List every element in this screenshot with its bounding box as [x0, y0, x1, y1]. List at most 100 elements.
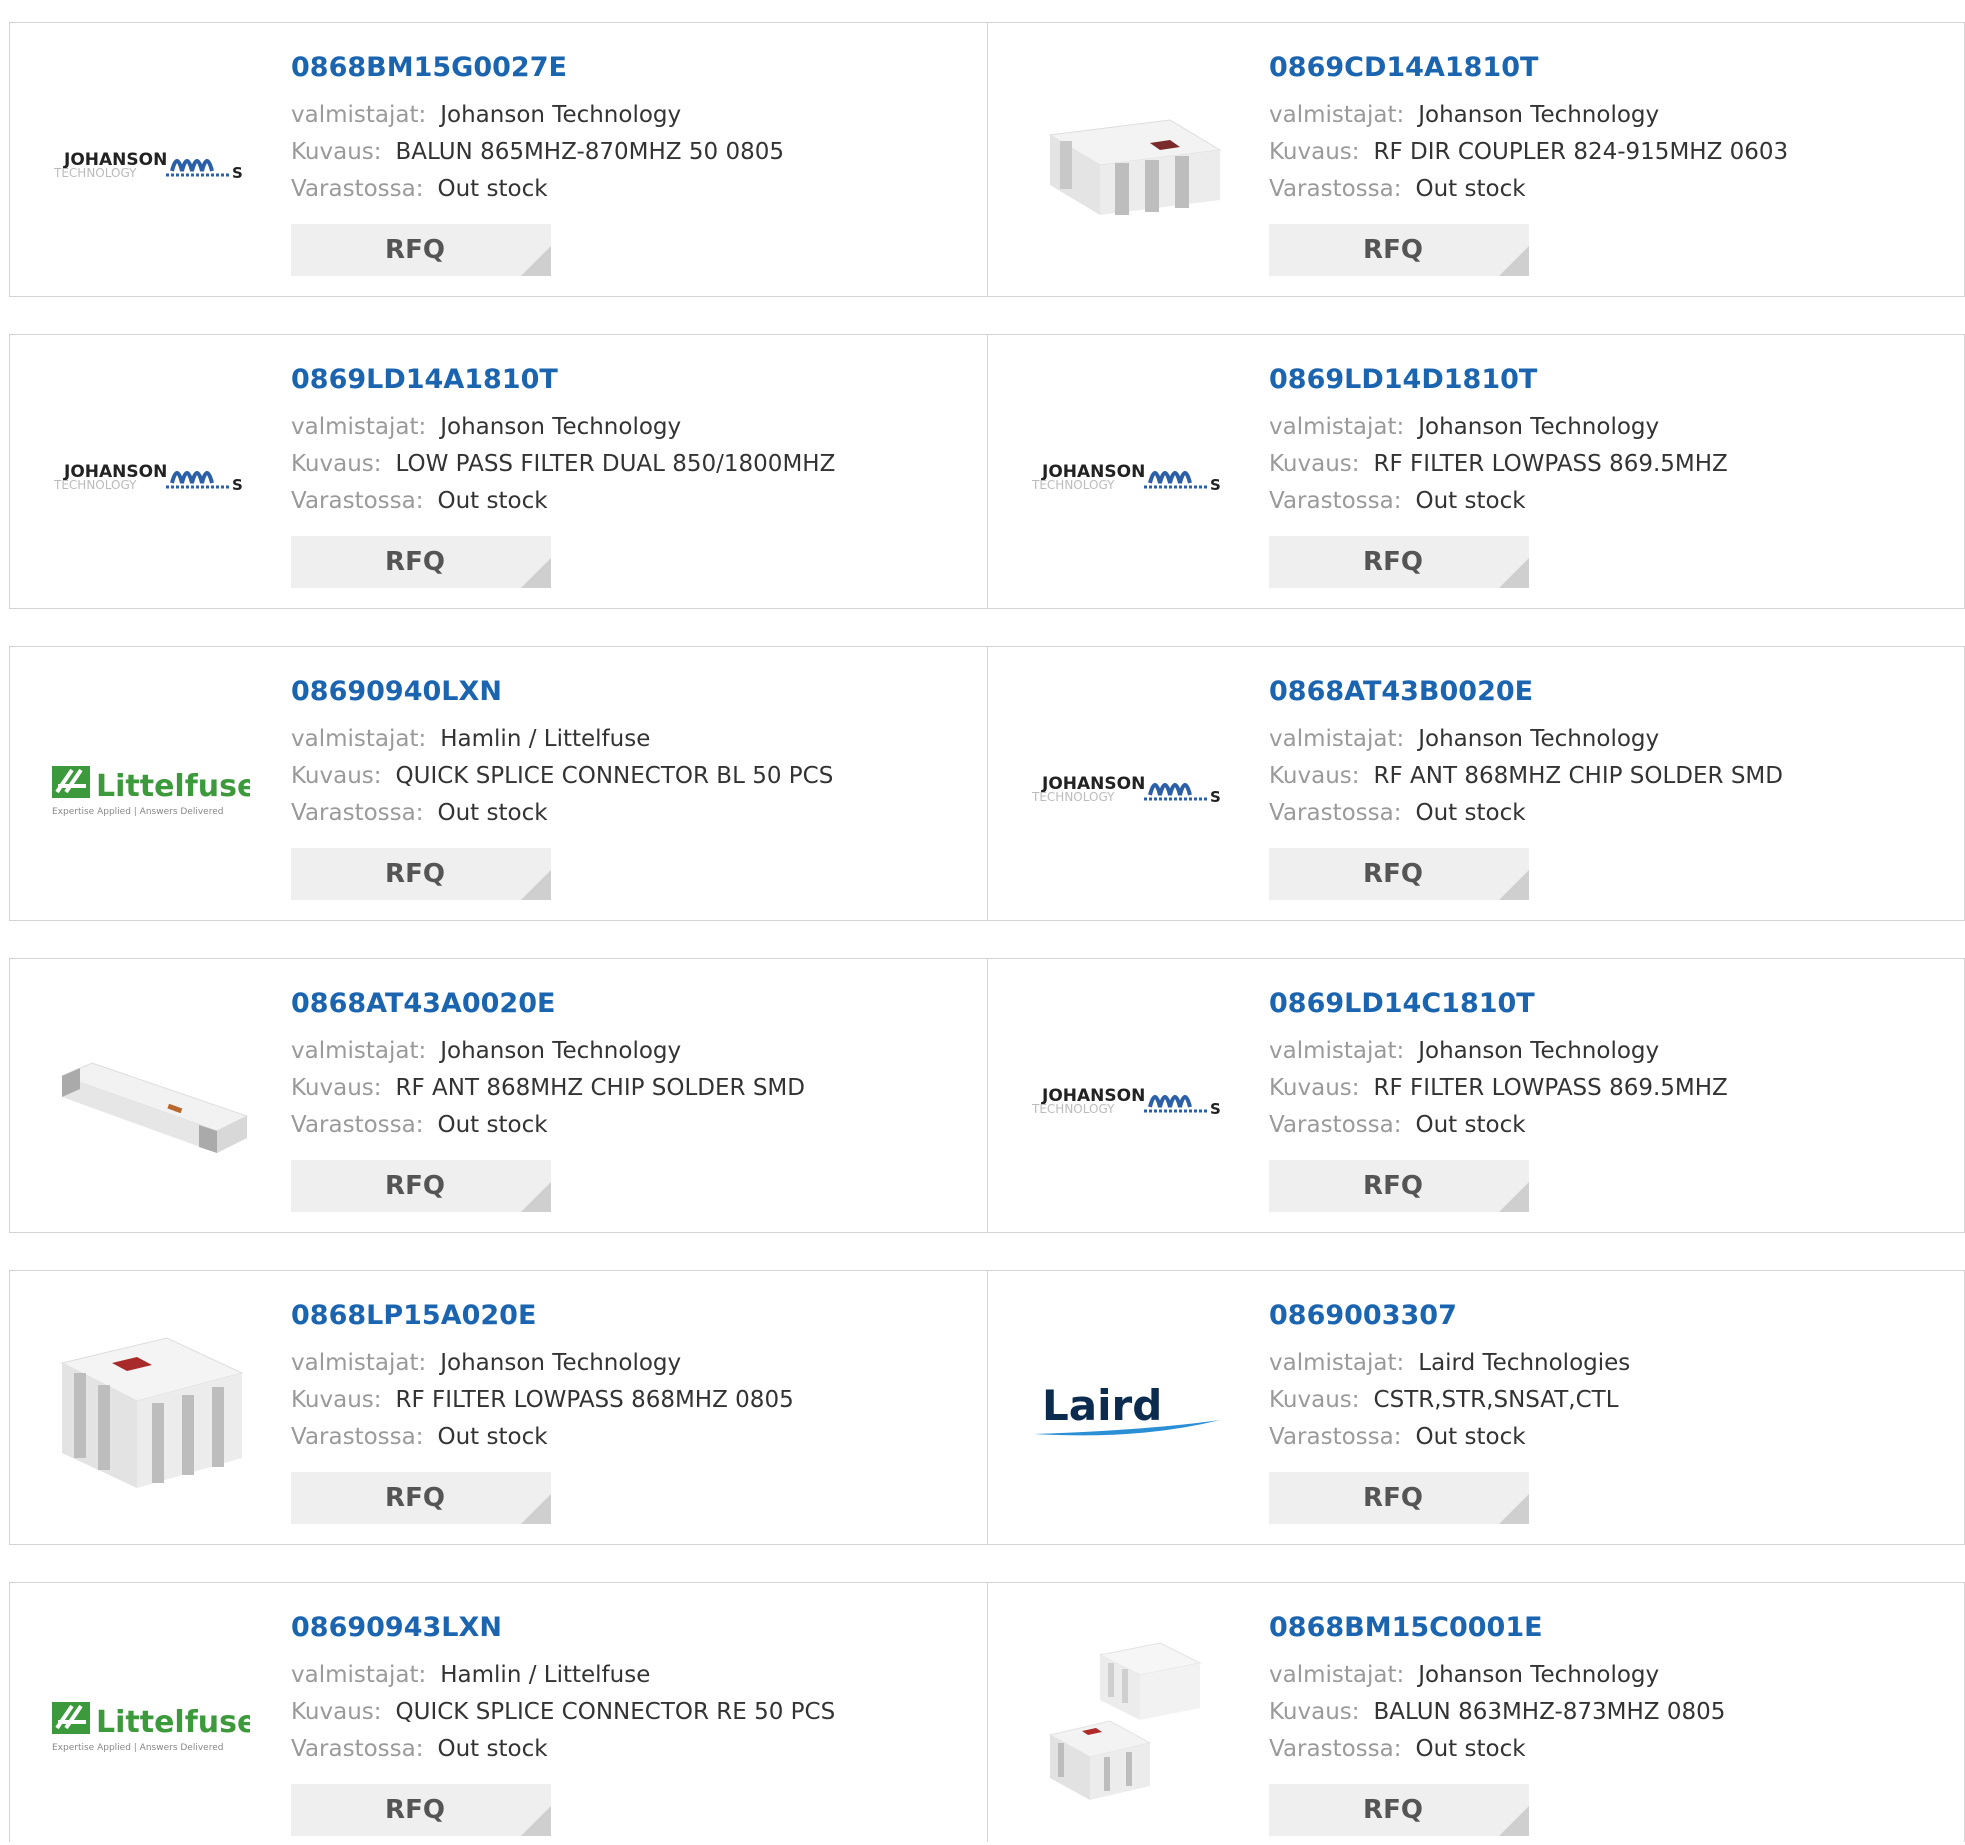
rfq-button-label: RFQ: [385, 235, 445, 265]
rfq-button-label: RFQ: [385, 547, 445, 577]
stock-line: Varastossa: Out stock: [1269, 483, 1944, 520]
corner-triangle-icon: [1499, 1182, 1529, 1212]
antenna-chip-photo: [60, 1062, 248, 1153]
manufacturer-line: valmistajat: Laird Technologies: [1269, 1345, 1944, 1382]
rfq-button-label: RFQ: [1363, 1483, 1423, 1513]
corner-triangle-icon: [521, 1182, 551, 1212]
rfq-button[interactable]: RFQ: [1269, 848, 1529, 900]
rfq-button[interactable]: RFQ: [291, 1472, 551, 1524]
johanson-logo: JOHANSONTECHNOLOGY S: [53, 462, 243, 494]
rfq-button[interactable]: RFQ: [291, 848, 551, 900]
rfq-button[interactable]: RFQ: [291, 1784, 551, 1836]
manufacturer-line: valmistajat: Johanson Technology: [1269, 1033, 1944, 1070]
product-image[interactable]: Laird: [1028, 1311, 1228, 1511]
product-row: JOHANSON TECHNOLOGY S 0869LD14A1810T valmi…: [9, 334, 1965, 609]
stock-line: Varastossa: Out stock: [291, 1107, 967, 1144]
part-number-link[interactable]: 0869003307: [1269, 1299, 1944, 1333]
stock-label: Varastossa:: [291, 1736, 424, 1762]
part-number-link[interactable]: 0868AT43A0020E: [291, 987, 967, 1021]
product-image[interactable]: [1028, 1623, 1228, 1823]
description-value: RF FILTER LOWPASS 869.5MHZ: [1373, 1075, 1728, 1101]
stock-label: Varastossa:: [291, 176, 424, 202]
product-card: Littelfuse Expertise Applied | Answers De…: [10, 1583, 987, 1842]
product-image[interactable]: Littelfuse Expertise Applied | Answers De…: [50, 687, 250, 887]
product-image[interactable]: JOHANSON TECHNOLOGY S: [1028, 687, 1228, 887]
chip-component-photo: [1048, 119, 1222, 215]
manufacturer-value: Hamlin / Littelfuse: [440, 726, 651, 752]
manufacturer-label: valmistajat:: [1269, 1662, 1405, 1688]
corner-triangle-icon: [521, 558, 551, 588]
stock-label: Varastossa:: [1269, 1112, 1402, 1138]
part-number-link[interactable]: 0869CD14A1810T: [1269, 51, 1944, 85]
stock-value: Out stock: [437, 1424, 548, 1450]
part-number-link[interactable]: 0868BM15C0001E: [1269, 1611, 1944, 1645]
part-number-link[interactable]: 08690943LXN: [291, 1611, 967, 1645]
svg-text:Littelfuse: Littelfuse: [96, 769, 250, 804]
svg-text:TECHNOLOGY: TECHNOLOGY: [1031, 478, 1115, 492]
product-image[interactable]: [50, 999, 250, 1199]
stock-value: Out stock: [1415, 1112, 1526, 1138]
littelfuse-logo: Littelfuse Expertise Applied | Answers De…: [52, 1702, 250, 1753]
product-image[interactable]: Littelfuse Expertise Applied | Answers De…: [50, 1623, 250, 1823]
manufacturer-value: Johanson Technology: [440, 102, 682, 128]
rfq-button[interactable]: RFQ: [291, 536, 551, 588]
description-value: QUICK SPLICE CONNECTOR BL 50 PCS: [395, 763, 834, 789]
description-value: RF FILTER LOWPASS 868MHZ 0805: [395, 1387, 794, 1413]
product-row: 0868AT43A0020E valmistajat: Johanson Tech…: [9, 958, 1965, 1233]
stock-line: Varastossa: Out stock: [1269, 795, 1944, 832]
product-image[interactable]: [1028, 63, 1228, 263]
description-value: QUICK SPLICE CONNECTOR RE 50 PCS: [395, 1699, 836, 1725]
part-number-link[interactable]: 0868BM15G0027E: [291, 51, 967, 85]
part-number-link[interactable]: 0868AT43B0020E: [1269, 675, 1944, 709]
part-number-link[interactable]: 08690940LXN: [291, 675, 967, 709]
rfq-button-label: RFQ: [1363, 547, 1423, 577]
product-image[interactable]: [50, 1311, 250, 1511]
rfq-button[interactable]: RFQ: [1269, 224, 1529, 276]
part-number-link[interactable]: 0868LP15A020E: [291, 1299, 967, 1333]
rfq-button[interactable]: RFQ: [1269, 1472, 1529, 1524]
stock-value: Out stock: [437, 488, 548, 514]
product-row: 0868LP15A020E valmistajat: Johanson Techn…: [9, 1270, 1965, 1545]
svg-text:TECHNOLOGY: TECHNOLOGY: [1031, 1102, 1115, 1116]
description-line: Kuvaus: RF ANT 868MHZ CHIP SOLDER SMD: [1269, 758, 1944, 795]
rfq-button[interactable]: RFQ: [1269, 536, 1529, 588]
description-line: Kuvaus: QUICK SPLICE CONNECTOR BL 50 PCS: [291, 758, 967, 795]
description-label: Kuvaus:: [291, 763, 382, 789]
part-number-link[interactable]: 0869LD14C1810T: [1269, 987, 1944, 1021]
manufacturer-value: Johanson Technology: [1418, 1662, 1660, 1688]
stock-label: Varastossa:: [1269, 1736, 1402, 1762]
svg-text:Laird: Laird: [1042, 1381, 1162, 1430]
corner-triangle-icon: [1499, 246, 1529, 276]
stock-label: Varastossa:: [291, 488, 424, 514]
balun-chips-photo: [1048, 1642, 1202, 1800]
manufacturer-label: valmistajat:: [291, 414, 427, 440]
rfq-button[interactable]: RFQ: [291, 1160, 551, 1212]
product-image[interactable]: JOHANSON TECHNOLOGY S: [1028, 999, 1228, 1199]
rfq-button[interactable]: RFQ: [291, 224, 551, 276]
rfq-button-label: RFQ: [1363, 235, 1423, 265]
stock-label: Varastossa:: [1269, 800, 1402, 826]
stock-value: Out stock: [437, 800, 548, 826]
manufacturer-line: valmistajat: Johanson Technology: [291, 1345, 967, 1382]
svg-text:S: S: [232, 164, 243, 182]
stock-line: Varastossa: Out stock: [1269, 171, 1944, 208]
product-image[interactable]: JOHANSON TECHNOLOGY S: [1028, 375, 1228, 575]
stock-label: Varastossa:: [291, 1424, 424, 1450]
svg-text:TECHNOLOGY: TECHNOLOGY: [53, 478, 137, 492]
stock-label: Varastossa:: [291, 800, 424, 826]
part-number-link[interactable]: 0869LD14A1810T: [291, 363, 967, 397]
stock-line: Varastossa: Out stock: [291, 171, 967, 208]
part-number-link[interactable]: 0869LD14D1810T: [1269, 363, 1944, 397]
manufacturer-line: valmistajat: Johanson Technology: [1269, 1657, 1944, 1694]
product-grid: JOHANSON TECHNOLOGY S 0868BM15G0027E valmi…: [9, 22, 1965, 1842]
stock-line: Varastossa: Out stock: [291, 483, 967, 520]
rfq-button[interactable]: RFQ: [1269, 1784, 1529, 1836]
description-value: RF DIR COUPLER 824-915MHZ 0603: [1373, 139, 1789, 165]
svg-text:TECHNOLOGY: TECHNOLOGY: [53, 166, 137, 180]
stock-line: Varastossa: Out stock: [291, 795, 967, 832]
manufacturer-value: Johanson Technology: [440, 1350, 682, 1376]
product-card: JOHANSON TECHNOLOGY S 0868AT43B0020E valmi…: [987, 647, 1964, 920]
product-image[interactable]: JOHANSON TECHNOLOGY S: [50, 375, 250, 575]
rfq-button[interactable]: RFQ: [1269, 1160, 1529, 1212]
product-image[interactable]: JOHANSON TECHNOLOGY S: [50, 63, 250, 263]
